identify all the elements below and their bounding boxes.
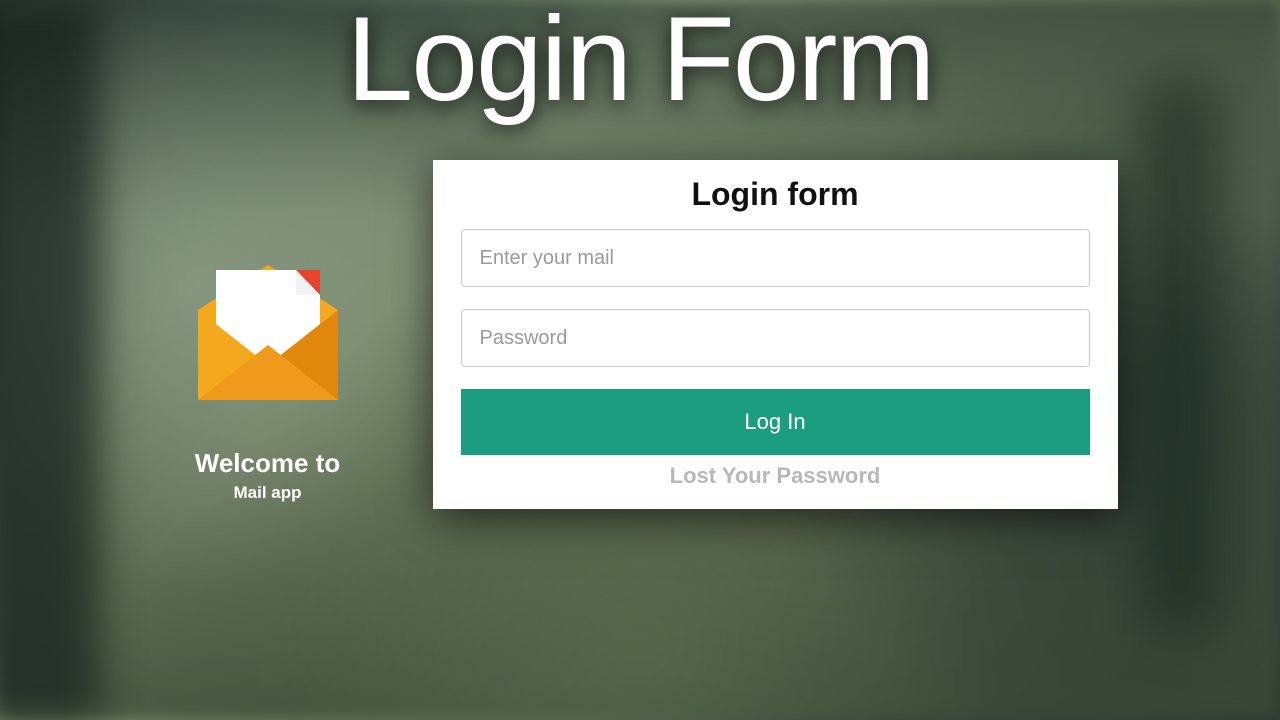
login-card: Login form Log In Lost Your Password bbox=[433, 160, 1118, 509]
welcome-subtitle: Mail app bbox=[163, 483, 373, 503]
page-title: Login Form bbox=[347, 0, 934, 128]
sidebar: Welcome to Mail app bbox=[163, 220, 373, 503]
form-title: Login form bbox=[461, 176, 1090, 213]
login-button[interactable]: Log In bbox=[461, 389, 1090, 455]
mail-envelope-icon bbox=[163, 220, 373, 430]
password-field[interactable] bbox=[461, 309, 1090, 367]
email-field[interactable] bbox=[461, 229, 1090, 287]
lost-password-link[interactable]: Lost Your Password bbox=[461, 463, 1090, 489]
welcome-title: Welcome to bbox=[163, 448, 373, 479]
content-row: Welcome to Mail app Login form Log In Lo… bbox=[0, 160, 1280, 509]
